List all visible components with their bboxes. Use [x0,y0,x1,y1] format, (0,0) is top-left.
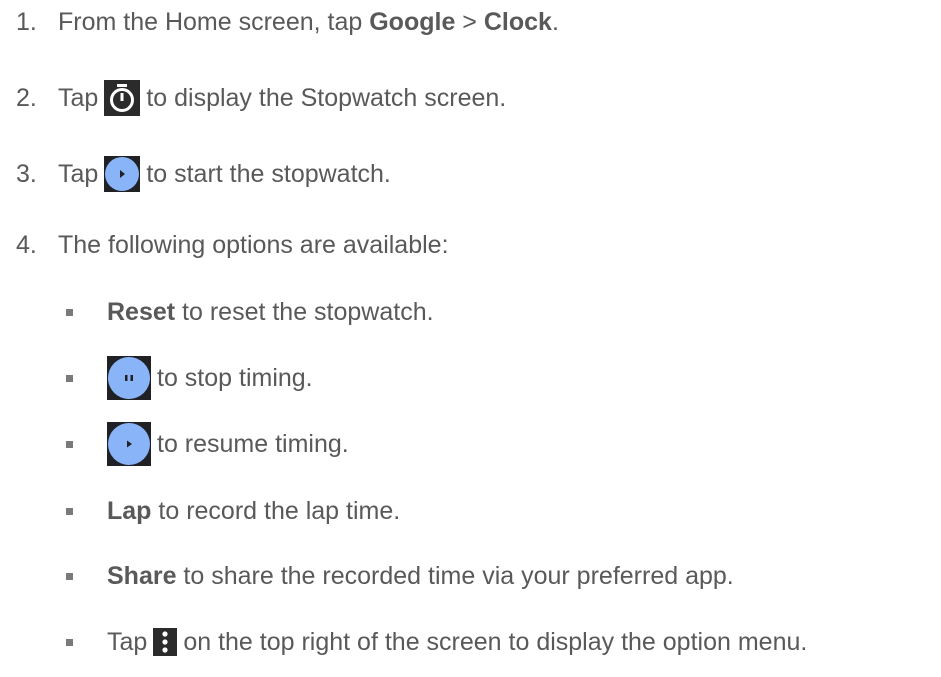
step-text: The following options are available: [58,230,449,259]
option-reset: Reset to reset the stopwatch. [66,292,434,332]
option-resume: to resume timing. [66,422,349,466]
stopwatch-icon [104,80,141,116]
step-4: 4. The following options are available: [16,225,449,265]
lap-label: Lap [107,496,152,525]
step-1: 1. From the Home screen, tap Google > Cl… [16,2,559,42]
option-lap: Lap to record the lap time. [66,491,400,531]
bullet-marker [66,440,73,448]
option-text: to reset the stopwatch. [175,297,434,326]
step-number: 4. [16,230,37,259]
bullet-marker [66,507,73,515]
play-icon [104,156,141,192]
reset-label: Reset [107,297,176,326]
option-text: to record the lap time. [151,496,401,525]
bullet-marker [66,374,73,382]
period: . [551,7,559,36]
option-text: to resume timing. [157,429,349,458]
option-pause: to stop timing. [66,356,313,400]
step-text: to display the Stopwatch screen. [146,83,507,112]
option-share: Share to share the recorded time via you… [66,556,734,596]
step-text: From the Home screen, tap [58,7,370,36]
option-text: to stop timing. [157,363,313,392]
option-text-tap: Tap [107,627,148,656]
step-2: 2. Tap to display the Stopwatch screen. [16,78,506,118]
more-vert-icon [153,628,178,656]
clock-label: Clock [483,7,552,36]
separator: > [455,7,484,36]
step-number: 3. [16,159,37,188]
bullet-marker [66,572,73,580]
step-3: 3. Tap to start the stopwatch. [16,154,391,194]
step-text-tap: Tap [58,83,99,112]
option-menu: Tap on the top right of the screen to di… [66,622,807,662]
step-text-tap: Tap [58,159,99,188]
pause-icon [107,356,151,400]
step-text: to start the stopwatch. [146,159,391,188]
step-number: 1. [16,7,37,36]
google-label: Google [369,7,456,36]
bullet-marker [66,308,73,316]
play-icon [107,422,151,466]
share-label: Share [107,561,177,590]
option-text: on the top right of the screen to displa… [183,627,808,656]
option-text: to share the recorded time via your pref… [176,561,734,590]
step-number: 2. [16,83,37,112]
bullet-marker [66,638,73,646]
